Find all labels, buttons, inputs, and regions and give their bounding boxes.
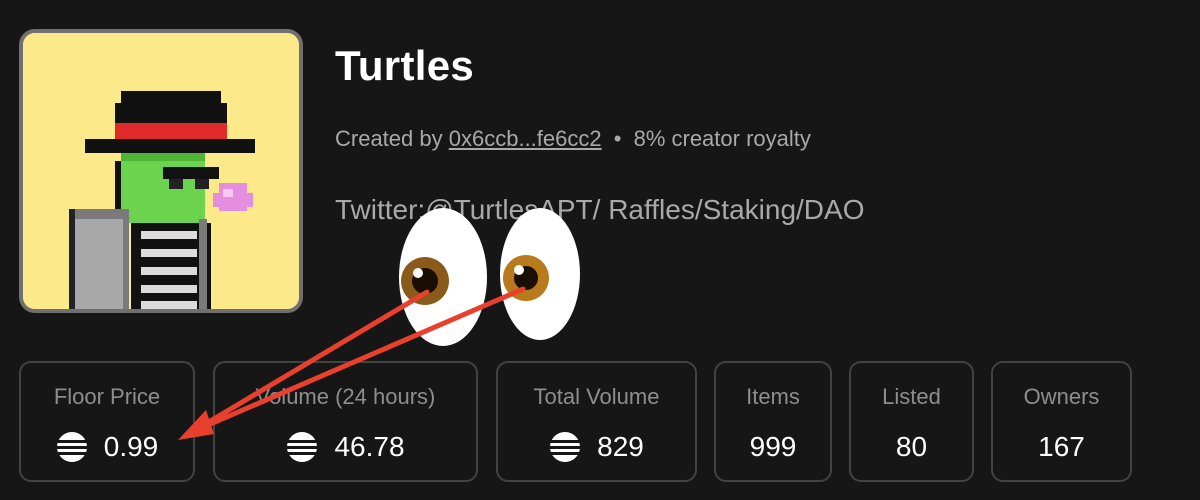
stat-card-total-volume: Total Volume 829 <box>496 361 697 482</box>
creator-address-link[interactable]: 0x6ccb...fe6cc2 <box>449 126 602 151</box>
eyes-emoji <box>399 208 580 346</box>
collection-title: Turtles <box>335 42 475 89</box>
stat-card-owners: Owners 167 <box>991 361 1132 482</box>
royalty-text: 8% creator royalty <box>633 126 811 151</box>
stat-label: Total Volume <box>533 384 660 409</box>
stat-value: 167 <box>1038 431 1085 462</box>
separator-dot: • <box>613 126 622 151</box>
created-by-label: Created by <box>335 126 443 151</box>
stat-value: 999 <box>749 431 797 462</box>
collection-description: Twitter:@TurtlesAPT/ Raffles/Staking/DAO <box>335 194 865 225</box>
aptos-coin-icon <box>287 432 318 462</box>
creator-line: Created by 0x6ccb...fe6cc2 • 8% creator … <box>335 126 811 152</box>
pixel-turtle-image <box>23 33 299 309</box>
stat-label: Items <box>746 384 800 409</box>
stat-label: Volume (24 hours) <box>255 384 436 409</box>
stat-value: 829 <box>597 431 644 462</box>
stat-card-floor-price: Floor Price 0.99 <box>19 361 195 482</box>
stat-card-items: Items 999 <box>714 361 832 482</box>
stat-value: 46.78 <box>334 431 405 462</box>
stat-label: Listed <box>882 384 941 409</box>
stat-value: 0.99 <box>103 431 159 462</box>
stat-label: Floor Price <box>53 384 161 409</box>
stat-label: Owners <box>1023 384 1100 409</box>
stat-value: 80 <box>895 431 928 462</box>
aptos-coin-icon <box>56 432 87 462</box>
aptos-coin-icon <box>550 432 581 462</box>
stat-card-volume-24h: Volume (24 hours) 46.78 <box>213 361 478 482</box>
stat-card-listed: Listed 80 <box>849 361 974 482</box>
collection-avatar <box>19 29 303 313</box>
